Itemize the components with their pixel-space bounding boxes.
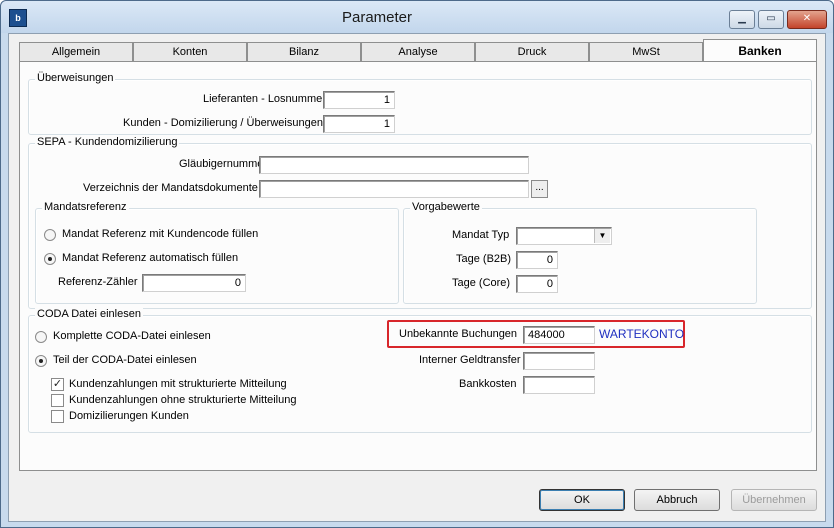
ok-button[interactable]: OK bbox=[539, 489, 625, 511]
check-mit-mitteilung-label[interactable]: Kundenzahlungen mit strukturierte Mittei… bbox=[69, 378, 287, 390]
window-title: Parameter bbox=[341, 9, 413, 26]
tage-core-label: Tage (Core) bbox=[452, 277, 511, 289]
parameter-window: b Parameter ▁ ▭ ✕ Allgemein Konten Bilan… bbox=[0, 0, 834, 528]
unbekannte-buchungen-label: Unbekannte Buchungen bbox=[399, 328, 518, 340]
tab-konten[interactable]: Konten bbox=[133, 42, 247, 61]
glaeubiger-field[interactable] bbox=[259, 156, 529, 174]
abbruch-button[interactable]: Abbruch bbox=[634, 489, 720, 511]
mandat-automatisch-label[interactable]: Mandat Referenz automatisch füllen bbox=[62, 252, 238, 264]
geldtransfer-field[interactable] bbox=[523, 352, 595, 370]
close-button[interactable]: ✕ bbox=[787, 10, 827, 29]
wartekonto-label: WARTEKONTO bbox=[599, 327, 685, 341]
chevron-down-icon[interactable]: ▼ bbox=[594, 229, 610, 243]
uebernehmen-button[interactable]: Übernehmen bbox=[731, 489, 817, 511]
tage-b2b-label: Tage (B2B) bbox=[456, 253, 512, 265]
mandatsreferenz-group: Mandatsreferenz Mandat Referenz mit Kund… bbox=[35, 201, 399, 304]
referenz-zaehler-label: Referenz-Zähler bbox=[58, 276, 138, 288]
maximize-icon: ▭ bbox=[766, 13, 776, 24]
vorgabewerte-group: Vorgabewerte Mandat Typ ▼ Tage (B2B) 0 T… bbox=[403, 201, 757, 304]
lieferanten-label: Lieferanten - Losnummer bbox=[203, 93, 326, 105]
coda-komplett-label[interactable]: Komplette CODA-Datei einlesen bbox=[53, 330, 211, 342]
coda-legend: CODA Datei einlesen bbox=[35, 308, 143, 320]
mandat-typ-label: Mandat Typ bbox=[452, 229, 510, 241]
coda-teil-radio[interactable] bbox=[35, 355, 47, 367]
banken-panel: Überweisungen Lieferanten - Losnummer 1 … bbox=[19, 61, 817, 471]
coda-group: CODA Datei einlesen Komplette CODA-Datei… bbox=[28, 308, 812, 433]
geldtransfer-label: Interner Geldtransfer bbox=[419, 354, 521, 366]
bankkosten-field[interactable] bbox=[523, 376, 595, 394]
check-domizilierungen[interactable] bbox=[51, 410, 64, 423]
minimize-icon: ▁ bbox=[738, 13, 746, 24]
mandat-typ-select[interactable]: ▼ bbox=[516, 227, 612, 245]
verzeichnis-field[interactable] bbox=[259, 180, 529, 198]
titlebar[interactable]: b Parameter ▁ ▭ ✕ bbox=[1, 1, 833, 33]
sepa-group: SEPA - Kundendomizilierung Gläubigernumm… bbox=[28, 136, 812, 309]
lieferanten-losnummer-field[interactable]: 1 bbox=[323, 91, 395, 109]
vorgabewerte-legend: Vorgabewerte bbox=[410, 201, 482, 213]
ueberweisungen-legend: Überweisungen bbox=[35, 72, 116, 84]
mandatsreferenz-legend: Mandatsreferenz bbox=[42, 201, 129, 213]
check-ohne-mitteilung[interactable] bbox=[51, 394, 64, 407]
ueberweisungen-group: Überweisungen Lieferanten - Losnummer 1 … bbox=[28, 72, 812, 135]
check-mit-mitteilung[interactable]: ✓ bbox=[51, 378, 64, 391]
minimize-button[interactable]: ▁ bbox=[729, 10, 755, 29]
kunden-domizilierung-field[interactable]: 1 bbox=[323, 115, 395, 133]
check-ohne-mitteilung-label[interactable]: Kundenzahlungen ohne strukturierte Mitte… bbox=[69, 394, 296, 406]
browse-button[interactable]: ... bbox=[531, 180, 548, 198]
sepa-legend: SEPA - Kundendomizilierung bbox=[35, 136, 180, 148]
tab-bilanz[interactable]: Bilanz bbox=[247, 42, 361, 61]
tab-allgemein[interactable]: Allgemein bbox=[19, 42, 133, 61]
check-domizilierungen-label[interactable]: Domizilierungen Kunden bbox=[69, 410, 189, 422]
glaeubiger-label: Gläubigernummer bbox=[179, 158, 268, 170]
mandat-automatisch-radio[interactable] bbox=[44, 253, 56, 265]
tage-core-field[interactable]: 0 bbox=[516, 275, 558, 293]
bankkosten-label: Bankkosten bbox=[459, 378, 517, 390]
verzeichnis-label: Verzeichnis der Mandatsdokumente bbox=[83, 182, 258, 194]
kunden-label: Kunden - Domizilierung / Überweisungen bbox=[123, 117, 323, 129]
tab-analyse[interactable]: Analyse bbox=[361, 42, 475, 61]
close-icon: ✕ bbox=[802, 13, 812, 24]
tab-banken[interactable]: Banken bbox=[703, 39, 817, 62]
maximize-button[interactable]: ▭ bbox=[758, 10, 784, 29]
unbekannte-buchungen-field[interactable]: 484000 bbox=[523, 326, 595, 344]
tab-druck[interactable]: Druck bbox=[475, 42, 589, 61]
tab-mwst[interactable]: MwSt bbox=[589, 42, 703, 61]
coda-teil-label[interactable]: Teil der CODA-Datei einlesen bbox=[53, 354, 197, 366]
coda-komplett-radio[interactable] bbox=[35, 331, 47, 343]
dialog-client: Allgemein Konten Bilanz Analyse Druck Mw… bbox=[8, 33, 826, 522]
tage-b2b-field[interactable]: 0 bbox=[516, 251, 558, 269]
mandat-kundencode-radio[interactable] bbox=[44, 229, 56, 241]
referenz-zaehler-field[interactable]: 0 bbox=[142, 274, 246, 292]
mandat-kundencode-label[interactable]: Mandat Referenz mit Kundencode füllen bbox=[62, 228, 258, 240]
